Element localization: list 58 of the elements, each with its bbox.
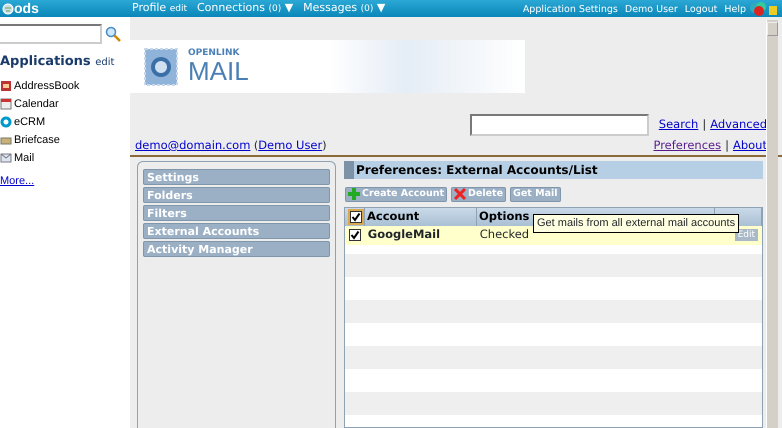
stamp-icon bbox=[144, 48, 178, 86]
link[interactable]: Preferences bbox=[653, 138, 722, 152]
select-all-checkbox[interactable] bbox=[350, 210, 362, 222]
link[interactable]: Advanced bbox=[710, 117, 767, 132]
column-header: Options bbox=[479, 208, 530, 225]
globe-icon bbox=[2, 2, 14, 14]
paren-text: ) bbox=[322, 139, 327, 152]
panel-title: Preferences: External Accounts/List bbox=[344, 160, 763, 178]
nav-item[interactable]: Activity Manager bbox=[143, 240, 330, 256]
logo: ods bbox=[14, 0, 39, 18]
cross-icon bbox=[454, 188, 466, 200]
app-link[interactable]: eCRM bbox=[14, 114, 46, 130]
menu-link[interactable]: Connections (0) ▼ bbox=[196, 0, 294, 17]
edit-link[interactable]: edit bbox=[95, 57, 114, 68]
separator: | bbox=[725, 138, 729, 152]
user-link[interactable]: Demo User bbox=[258, 138, 322, 152]
nav-item[interactable]: Folders bbox=[143, 186, 330, 202]
nav-item[interactable]: Settings bbox=[143, 168, 330, 184]
row-checkbox[interactable] bbox=[349, 229, 361, 241]
separator: | bbox=[702, 117, 706, 132]
email-link[interactable]: demo@domain.com bbox=[135, 138, 250, 152]
tooltip: Get mails from all external mail accounts bbox=[533, 214, 740, 232]
top-link[interactable]: Logout bbox=[684, 2, 718, 17]
search-icon bbox=[104, 26, 121, 42]
smileys-icon bbox=[748, 1, 778, 17]
section-title: Applications bbox=[0, 54, 91, 69]
edit-button[interactable]: Edit bbox=[734, 229, 758, 241]
ecrm-icon bbox=[0, 116, 12, 128]
link[interactable]: Search bbox=[658, 117, 698, 132]
menu-link[interactable]: Messages (0) ▼ bbox=[303, 0, 386, 17]
search-field[interactable] bbox=[470, 114, 649, 136]
link[interactable]: About bbox=[732, 138, 767, 152]
nav-item[interactable]: Filters bbox=[143, 204, 330, 220]
top-link[interactable]: Application Settings bbox=[522, 2, 618, 17]
brand-title: MAIL bbox=[188, 58, 249, 84]
app-link[interactable]: AddressBook bbox=[14, 78, 80, 94]
column-header: Account bbox=[367, 208, 420, 225]
search-field[interactable] bbox=[0, 24, 102, 44]
menu-link[interactable]: Profile edit bbox=[132, 0, 187, 17]
create-button[interactable]: Create Account bbox=[345, 186, 448, 202]
app-link[interactable]: Calendar bbox=[14, 96, 59, 112]
scrollbar[interactable] bbox=[766, 20, 778, 428]
calendar-icon bbox=[0, 98, 12, 110]
paren-text: ( bbox=[252, 139, 258, 152]
plus-icon bbox=[348, 188, 360, 200]
mail-icon bbox=[0, 152, 12, 164]
delete-button[interactable]: Delete bbox=[451, 186, 506, 202]
top-link[interactable]: Demo User bbox=[624, 2, 678, 17]
table-cell: GoogleMail bbox=[368, 227, 440, 242]
app-link[interactable]: Mail bbox=[14, 150, 34, 166]
more-link[interactable]: More... bbox=[0, 173, 34, 190]
app-link[interactable]: Briefcase bbox=[14, 132, 60, 148]
addressbook-icon bbox=[0, 80, 12, 92]
top-link[interactable]: Help bbox=[724, 2, 746, 17]
table-cell: Checked bbox=[480, 227, 530, 242]
nav-item[interactable]: External Accounts bbox=[143, 222, 330, 238]
plain-button[interactable]: Get Mail bbox=[510, 186, 560, 202]
brand-text: OPENLINK bbox=[188, 49, 241, 58]
